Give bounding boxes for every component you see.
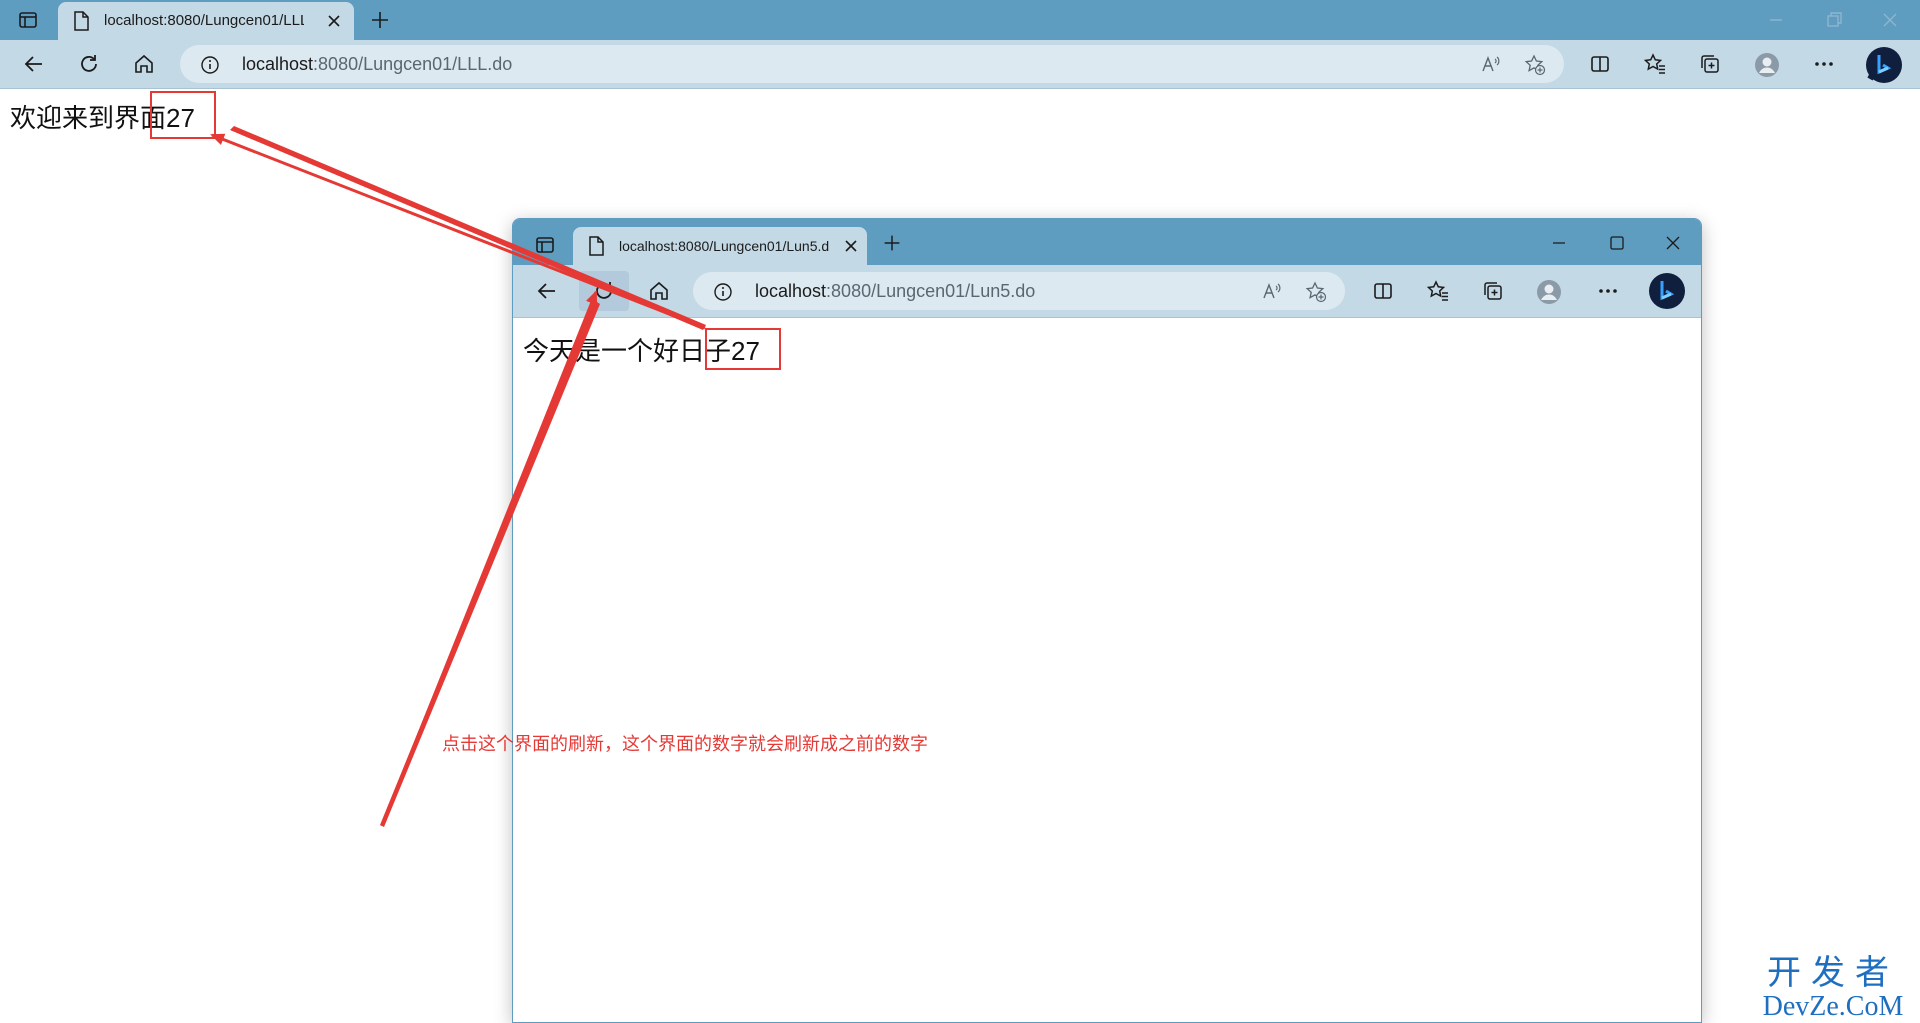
- inner-browser-window: localhost:8080/Lungcen01/Lun5.do localho…: [512, 218, 1702, 1023]
- close-window-icon[interactable]: [1663, 233, 1683, 253]
- tab-actions-icon[interactable]: [16, 8, 40, 32]
- favorites-icon[interactable]: [1643, 52, 1667, 76]
- refresh-icon[interactable]: [592, 279, 616, 303]
- new-tab-icon[interactable]: [881, 232, 903, 254]
- close-window-icon[interactable]: [1880, 10, 1900, 30]
- add-favorite-icon[interactable]: [1305, 281, 1327, 303]
- main-tab-strip: localhost:8080/Lungcen01/LLL.do: [0, 0, 1920, 40]
- collections-icon[interactable]: [1698, 52, 1722, 76]
- close-icon[interactable]: [843, 238, 859, 254]
- watermark-en: DevZe.CoM: [1762, 991, 1904, 1022]
- inner-toolbar: localhost:8080/Lungcen01/Lun5.do: [513, 265, 1701, 318]
- address-bar[interactable]: localhost:8080/Lungcen01/LLL.do: [180, 45, 1564, 83]
- tab-actions-icon[interactable]: [533, 233, 557, 257]
- read-aloud-icon[interactable]: [1480, 54, 1502, 74]
- read-aloud-icon[interactable]: [1261, 281, 1283, 301]
- collections-icon[interactable]: [1481, 279, 1505, 303]
- add-favorite-icon[interactable]: [1524, 54, 1546, 76]
- tab-lll[interactable]: localhost:8080/Lungcen01/LLL.do: [58, 2, 354, 40]
- tab-title: localhost:8080/Lungcen01/Lun5.do: [619, 238, 829, 254]
- refresh-icon[interactable]: [77, 52, 101, 76]
- close-icon[interactable]: [326, 13, 342, 29]
- highlight-box-inner-number: [705, 328, 781, 370]
- restore-icon[interactable]: [1824, 10, 1844, 30]
- minimize-icon[interactable]: [1549, 233, 1569, 253]
- minimize-icon[interactable]: [1766, 10, 1786, 30]
- more-options-icon[interactable]: [1596, 279, 1620, 303]
- tab-title: localhost:8080/Lungcen01/LLL.do: [104, 12, 304, 29]
- bing-chat-icon[interactable]: [1647, 271, 1687, 311]
- split-screen-icon[interactable]: [1588, 52, 1612, 76]
- back-icon[interactable]: [22, 52, 46, 76]
- highlight-box-main-number: [150, 91, 216, 139]
- annotation-text: 点击这个界面的刷新，这个界面的数字就会刷新成之前的数字: [442, 734, 928, 754]
- home-icon[interactable]: [647, 279, 671, 303]
- page-icon: [72, 11, 90, 31]
- favorites-icon[interactable]: [1426, 279, 1450, 303]
- info-icon[interactable]: [200, 55, 220, 75]
- watermark-cn: 开发者: [1767, 955, 1899, 992]
- url-text: localhost:8080/Lungcen01/Lun5.do: [755, 281, 1036, 301]
- profile-avatar[interactable]: [1754, 52, 1779, 77]
- page-icon: [587, 236, 605, 256]
- address-bar[interactable]: localhost:8080/Lungcen01/Lun5.do: [693, 272, 1345, 310]
- maximize-icon[interactable]: [1607, 233, 1627, 253]
- back-icon[interactable]: [535, 279, 559, 303]
- profile-avatar[interactable]: [1536, 279, 1561, 304]
- home-icon[interactable]: [132, 52, 156, 76]
- tab-lun5[interactable]: localhost:8080/Lungcen01/Lun5.do: [573, 227, 867, 265]
- more-options-icon[interactable]: [1812, 52, 1836, 76]
- bing-chat-icon[interactable]: [1864, 45, 1904, 85]
- split-screen-icon[interactable]: [1371, 279, 1395, 303]
- main-toolbar: localhost:8080/Lungcen01/LLL.do: [0, 40, 1920, 89]
- new-tab-icon[interactable]: [368, 8, 392, 32]
- url-text: localhost:8080/Lungcen01/LLL.do: [242, 54, 513, 74]
- watermark-logo: 开发者 DevZe.CoM: [1758, 957, 1908, 1021]
- info-icon[interactable]: [713, 282, 733, 302]
- inner-tab-strip: localhost:8080/Lungcen01/Lun5.do: [513, 219, 1701, 265]
